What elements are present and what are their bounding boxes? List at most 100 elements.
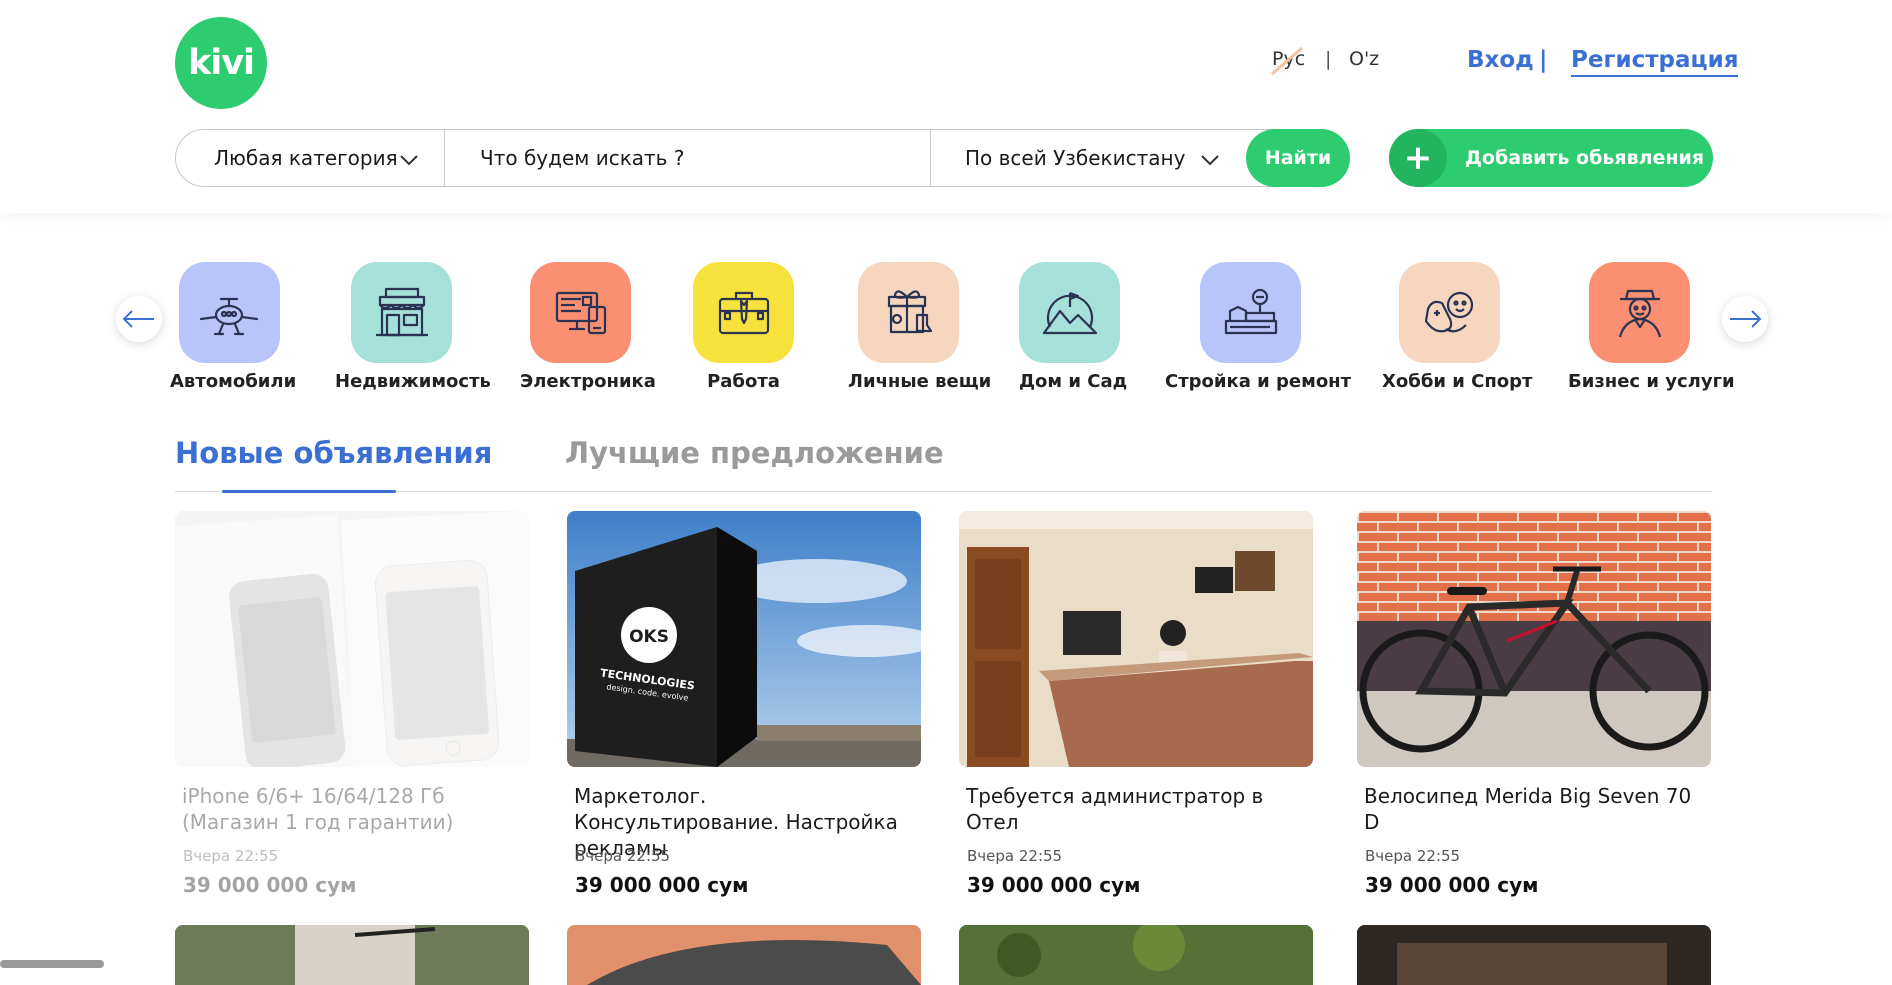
listing-card[interactable]: Велосипед Merida Big Seven 70 D Вчера 22… xyxy=(1357,511,1711,897)
furniture-image xyxy=(1357,925,1711,985)
category-tile xyxy=(530,262,631,363)
hotel-reception-image xyxy=(959,511,1313,767)
add-listing-button[interactable]: + Добавить обьявления xyxy=(1389,129,1713,187)
listing-price: 39 000 000 сум xyxy=(1365,873,1539,897)
logo-text: kivi xyxy=(187,43,255,83)
chevron-down-icon[interactable] xyxy=(1199,148,1221,170)
search-input[interactable]: Что будем искать ? xyxy=(480,130,684,186)
category-tile xyxy=(1399,262,1500,363)
category-select[interactable]: Любая категория xyxy=(214,130,398,186)
garden-image xyxy=(959,925,1313,985)
add-listing-label: Добавить обьявления xyxy=(1465,147,1705,169)
listing-title[interactable]: Велосипед Merida Big Seven 70 D xyxy=(1364,783,1704,835)
region-select[interactable]: По всей Узбекистану xyxy=(965,130,1185,186)
category-label: Хобби и Спорт xyxy=(1382,371,1533,392)
listing-price: 39 000 000 сум xyxy=(575,873,749,897)
sign-logo-text: OKS xyxy=(629,627,669,647)
login-link[interactable]: Вход xyxy=(1467,47,1534,73)
airplane-icon xyxy=(199,297,259,335)
category-item-real-estate[interactable]: Недвижимость xyxy=(335,262,491,392)
listing-image[interactable] xyxy=(1357,511,1711,767)
category-tile xyxy=(858,262,959,363)
listing-time: Вчера 22:55 xyxy=(1365,847,1461,865)
carousel-prev-button[interactable] xyxy=(116,296,162,342)
listing-price: 39 000 000 сум xyxy=(183,873,357,897)
briefcase-icon xyxy=(718,291,769,334)
shop-icon xyxy=(375,287,428,336)
category-item-construction[interactable]: Стройка и ремонт xyxy=(1165,262,1352,392)
category-label: Личные вещи xyxy=(848,371,992,392)
lang-strike-mark xyxy=(1271,46,1303,76)
category-item-business[interactable]: Бизнес и услуги xyxy=(1568,262,1735,392)
category-tile xyxy=(178,262,280,363)
listing-title[interactable]: Маркетолог. Консультирование. Настройка … xyxy=(574,783,914,860)
listing-time: Вчера 22:55 xyxy=(967,847,1063,865)
arrow-left-icon xyxy=(122,310,154,328)
listing-time: Вчера 22:55 xyxy=(575,847,671,865)
category-label: Автомобили xyxy=(170,371,297,392)
bike-building-image xyxy=(175,925,529,985)
listing-image-partial[interactable] xyxy=(175,925,529,985)
kivi-logo[interactable]: kivi xyxy=(175,17,267,109)
listing-card[interactable]: OKS TECHNOLOGIES design. code. evolve Ма… xyxy=(567,511,921,897)
tab-best-offers[interactable]: Лучщие предложение xyxy=(565,436,944,470)
category-select-label: Любая категория xyxy=(214,146,398,170)
listing-card[interactable]: Требуется администратор в Отел Вчера 22:… xyxy=(959,511,1313,897)
gamepad-icon xyxy=(1424,291,1473,332)
listing-card[interactable]: iPhone 6/6+ 16/64/128 Гб (Магазин 1 год … xyxy=(175,511,529,897)
category-item-jobs[interactable]: Работа xyxy=(693,262,794,392)
register-link[interactable]: Регистрация xyxy=(1571,47,1739,77)
listing-image-partial[interactable] xyxy=(567,925,921,985)
search-bar: Любая категория Что будем искать ? По вс… xyxy=(175,129,1349,187)
category-label: Недвижимость xyxy=(335,371,491,392)
listing-image-partial[interactable] xyxy=(959,925,1313,985)
category-label: Дом и Сад xyxy=(1019,371,1128,392)
category-item-personal[interactable]: Личные вещи xyxy=(848,262,992,392)
billboard-image: OKS TECHNOLOGIES design. code. evolve xyxy=(567,511,921,767)
listing-title[interactable]: iPhone 6/6+ 16/64/128 Гб (Магазин 1 год … xyxy=(182,783,522,835)
region-select-label: По всей Узбекистану xyxy=(965,146,1186,170)
listing-time: Вчера 22:55 xyxy=(183,847,279,865)
category-label: Работа xyxy=(707,371,780,392)
category-label: Электроника xyxy=(520,371,656,392)
iphone-image xyxy=(175,511,529,767)
lang-separator: | xyxy=(1325,48,1332,70)
horizontal-scrollbar[interactable] xyxy=(0,960,104,968)
find-button[interactable]: Найти xyxy=(1246,129,1350,187)
category-tile xyxy=(351,262,452,363)
category-tile xyxy=(693,262,794,363)
active-tab-indicator xyxy=(222,490,396,493)
computer-icon xyxy=(555,291,606,334)
category-tile xyxy=(1199,262,1301,363)
carousel-next-button[interactable] xyxy=(1722,296,1768,342)
category-item-cars[interactable]: Автомобили xyxy=(170,262,297,392)
category-tile xyxy=(1589,262,1690,363)
listing-image[interactable]: OKS TECHNOLOGIES design. code. evolve xyxy=(567,511,921,767)
construction-icon xyxy=(1224,288,1278,334)
businessman-icon xyxy=(1618,289,1661,337)
category-item-hobby-sport[interactable]: Хобби и Спорт xyxy=(1382,262,1533,392)
listing-image[interactable] xyxy=(175,511,529,767)
listing-image[interactable] xyxy=(959,511,1313,767)
tabs-divider xyxy=(175,491,1712,492)
mountain-icon xyxy=(1042,291,1097,334)
category-tile xyxy=(1019,262,1120,363)
search-placeholder: Что будем искать ? xyxy=(480,146,685,170)
category-item-home-garden[interactable]: Дом и Сад xyxy=(1019,262,1128,392)
tab-new-listings[interactable]: Новые объявления xyxy=(175,436,492,470)
lang-uz[interactable]: O'z xyxy=(1349,48,1379,70)
chevron-down-icon[interactable] xyxy=(398,148,420,170)
arrow-right-icon xyxy=(1730,310,1762,328)
category-item-electronics[interactable]: Электроника xyxy=(520,262,656,392)
listing-title[interactable]: Требуется администратор в Отел xyxy=(966,783,1306,835)
site-header: kivi Рус | O'z Вход | Регистрация Любая … xyxy=(0,0,1892,213)
plus-icon: + xyxy=(1389,129,1447,187)
auth-separator: | xyxy=(1539,47,1548,73)
car-image xyxy=(567,925,921,985)
listing-image-partial[interactable] xyxy=(1357,925,1711,985)
listing-price: 39 000 000 сум xyxy=(967,873,1141,897)
category-label: Бизнес и услуги xyxy=(1568,371,1735,392)
category-label: Стройка и ремонт xyxy=(1165,371,1352,392)
gift-icon xyxy=(887,289,932,333)
bicycle-image xyxy=(1357,511,1711,767)
